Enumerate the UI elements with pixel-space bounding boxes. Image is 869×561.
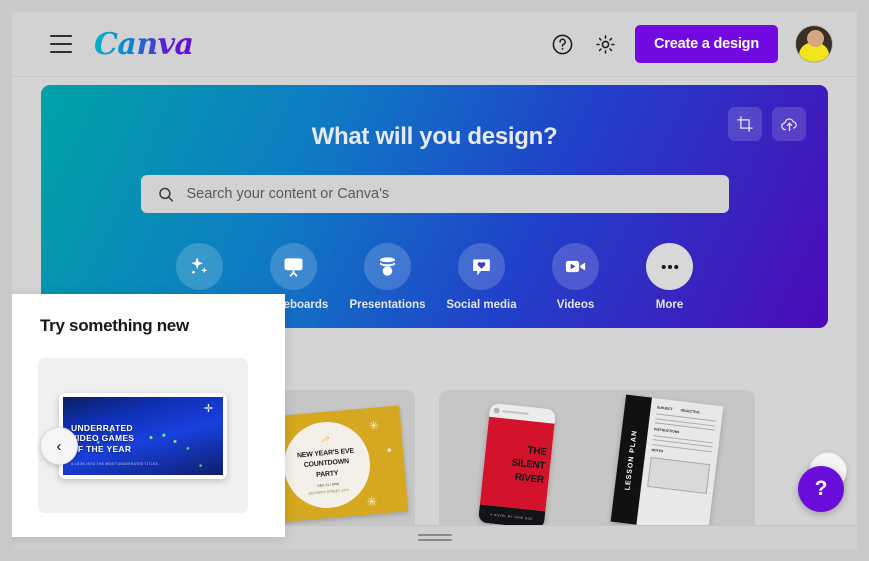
doc-notes-box — [647, 456, 711, 495]
game-template-frame: ✛ UNDERRATED VIDEO GAMES OF THE YEAR A L… — [59, 392, 227, 479]
card-title-line3: PARTY — [315, 469, 339, 479]
game-headline-line3: OF THE YEAR — [71, 443, 132, 454]
hero-title: What will you design? — [311, 123, 558, 150]
canva-app-window: Canva Create a design What will you desi… — [12, 12, 857, 549]
heart-bubble-icon — [458, 243, 505, 290]
app-header: Canva Create a design — [12, 12, 857, 77]
sparkle-decoration: ✳ — [365, 493, 379, 510]
phone-title-line — [502, 410, 529, 415]
game-headline-line2: VIDEO GAMES — [71, 433, 135, 444]
lesson-plan-body: SUBJECT OBJECTIVE INSTRUCTIONS NOTES — [636, 398, 723, 534]
template-card[interactable]: LESSON PLAN SUBJECT OBJECTIVE INSTRUCTIO… — [580, 390, 755, 538]
create-a-design-button[interactable]: Create a design — [635, 25, 778, 63]
game-headline: UNDERRATED VIDEO GAMES OF THE YEAR — [71, 423, 134, 455]
category-label: Social media — [446, 299, 517, 311]
search-bar[interactable] — [140, 175, 729, 213]
gear-icon[interactable] — [592, 31, 618, 57]
hero-banner: What will you design? Search your conten… — [41, 85, 828, 328]
canva-logo[interactable]: Canva — [94, 27, 194, 62]
spine-label: LESSON PLAN — [624, 429, 639, 491]
sparkle-icon — [176, 243, 223, 290]
doc-header-2: OBJECTIVE — [680, 408, 700, 415]
try-something-new-popup: Try something new ✛ UNDERRATED VIDEO GAM… — [12, 294, 285, 537]
header-actions: Create a design — [549, 25, 833, 63]
phone-screen-content: THE SILENT RIVER — [479, 416, 555, 512]
category-label: Videos — [556, 299, 595, 311]
card-subtext2: 123 PARTY STREET, CITY — [308, 488, 350, 496]
help-circle-icon[interactable] — [549, 31, 575, 57]
dpad-icon: ✛ — [203, 402, 214, 415]
category-videos[interactable]: Videos — [550, 243, 602, 311]
sparkle-decoration: ✦ — [385, 445, 394, 456]
popup-title: Try something new — [40, 316, 189, 335]
category-presentations[interactable]: Presentations — [349, 243, 426, 311]
category-label: More — [655, 299, 684, 311]
search-icon — [158, 187, 173, 202]
sparkle-decoration: ✳ — [368, 418, 380, 434]
card-title-line3: RIVER — [514, 471, 545, 486]
champagne-icon: 🥂 — [318, 435, 331, 447]
game-subtext: A LOOK INTO THE MOST UNDERRATED TITLES — [71, 461, 158, 466]
ellipsis-icon — [646, 243, 693, 290]
category-more[interactable]: More — [644, 243, 696, 311]
game-template-thumbnail: ✛ UNDERRATED VIDEO GAMES OF THE YEAR A L… — [63, 396, 223, 475]
help-floating-button[interactable]: ? — [798, 466, 844, 512]
doc-header-1: SUBJECT — [656, 405, 673, 412]
whiteboard-icon — [270, 243, 317, 290]
hamburger-menu-icon[interactable] — [50, 35, 72, 53]
lesson-plan-thumbnail: LESSON PLAN SUBJECT OBJECTIVE INSTRUCTIO… — [610, 394, 724, 534]
card-title-line2: SILENT — [510, 457, 546, 472]
silent-river-thumbnail: THE SILENT RIVER A NOVEL BY JANE DOE — [477, 402, 557, 530]
resize-handle[interactable] — [417, 534, 452, 541]
presentation-icon — [364, 243, 411, 290]
card-subtext: DEC 31 | 9PM — [317, 482, 340, 489]
user-avatar[interactable] — [795, 25, 833, 63]
game-headline-line1: UNDERRATED — [71, 422, 133, 433]
carousel-prev-button[interactable]: ‹ — [40, 427, 78, 465]
video-camera-icon — [552, 243, 599, 290]
category-label: Presentations — [349, 299, 426, 311]
category-social-media[interactable]: Social media — [446, 243, 517, 311]
search-input[interactable] — [186, 186, 713, 202]
card-title-line1: THE — [526, 445, 548, 458]
phone-avatar-dot — [493, 407, 500, 414]
new-years-text-block: 🥂 NEW YEAR'S EVE COUNTDOWN PARTY DEC 31 … — [279, 418, 374, 512]
card-footer-text: A NOVEL BY JANE DOE — [490, 512, 534, 521]
